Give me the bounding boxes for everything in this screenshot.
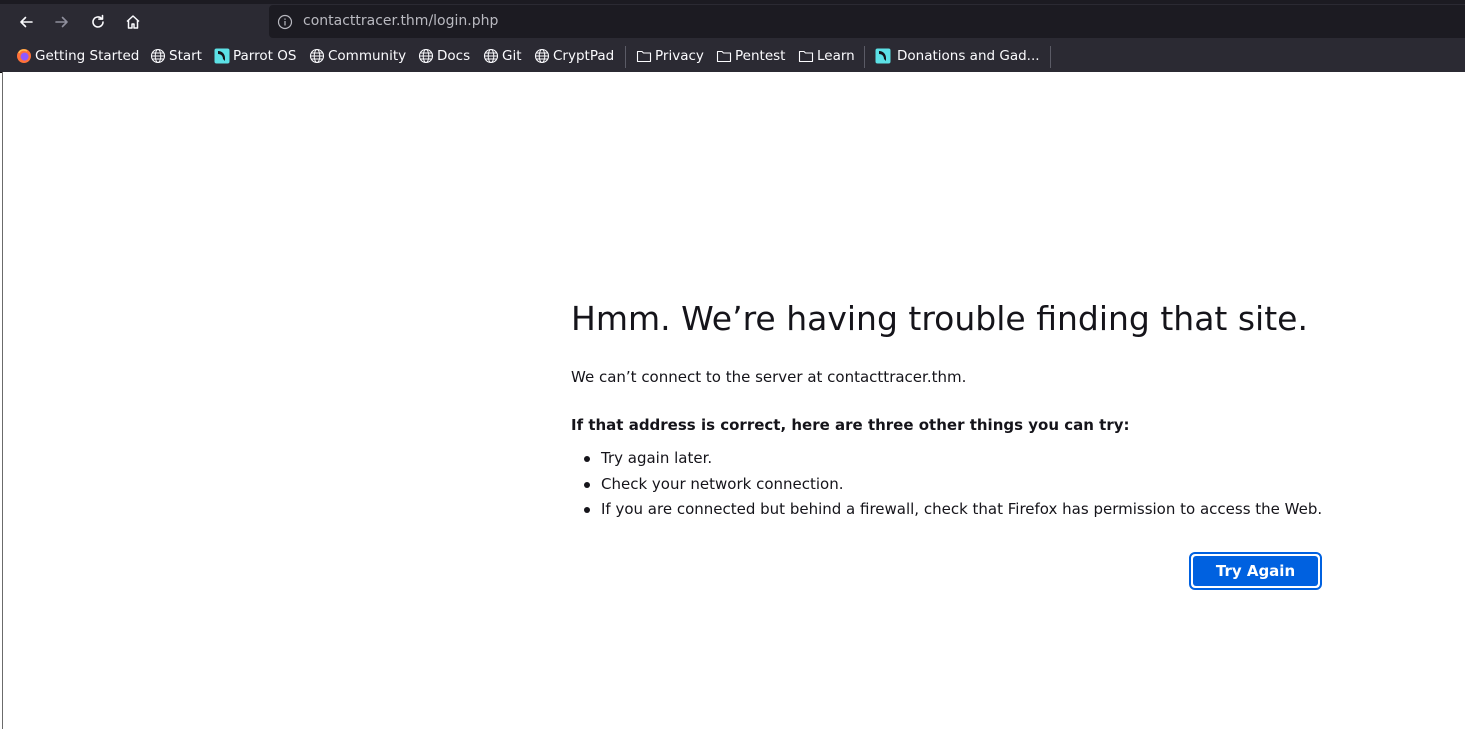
globe-icon	[309, 48, 325, 64]
error-description: We can’t connect to the server at contac…	[571, 368, 967, 386]
list-item: If you are connected but behind a firewa…	[584, 499, 1322, 525]
info-icon[interactable]	[277, 14, 293, 30]
parrot-icon	[875, 48, 891, 64]
suggestions-list: Try again later. Check your network conn…	[584, 448, 1322, 525]
bookmark-label: Parrot OS	[233, 48, 297, 64]
firefox-icon	[17, 49, 31, 63]
bookmark-label: Privacy	[655, 48, 704, 64]
globe-icon	[418, 48, 434, 64]
bullet-icon	[584, 456, 590, 462]
list-item: Check your network connection.	[584, 474, 1322, 500]
browser-chrome: contacttracer.thm/login.php Getting Star…	[0, 0, 1465, 73]
bookmark-label: Community	[328, 48, 407, 64]
bookmark-community[interactable]: Community	[309, 45, 406, 67]
bookmark-separator	[625, 46, 626, 68]
navigation-toolbar: contacttracer.thm/login.php	[0, 4, 1465, 40]
suggestions-heading: If that address is correct, here are thr…	[571, 416, 1130, 434]
folder-icon	[636, 50, 652, 63]
url-bar[interactable]: contacttracer.thm/login.php	[269, 5, 1465, 38]
try-again-button[interactable]: Try Again	[1189, 552, 1322, 590]
bookmark-folder-pentest[interactable]: Pentest	[716, 45, 785, 67]
bookmark-label: Docs	[437, 48, 471, 64]
page-content	[2, 72, 1465, 729]
suggestion-text: If you are connected but behind a firewa…	[601, 500, 1323, 518]
bookmark-donations[interactable]: Donations and Gad...	[875, 45, 1040, 67]
reload-icon	[92, 14, 104, 28]
bookmark-folder-privacy[interactable]: Privacy	[636, 45, 704, 67]
try-again-label: Try Again	[1193, 556, 1318, 586]
bookmark-folder-learn[interactable]: Learn	[798, 45, 855, 67]
globe-icon	[150, 48, 166, 64]
error-title: Hmm. We’re having trouble finding that s…	[571, 299, 1308, 338]
bookmarks-toolbar: Getting Started Start Parrot OS Communit…	[0, 40, 1465, 72]
suggestion-text: Try again later.	[601, 449, 713, 467]
arrow-left-icon	[20, 16, 33, 28]
bookmark-separator	[1050, 46, 1051, 68]
bookmark-label: Getting Started	[35, 48, 140, 64]
bullet-icon	[584, 507, 590, 513]
home-button[interactable]	[119, 8, 147, 36]
back-button[interactable]	[12, 8, 40, 36]
globe-icon	[483, 48, 499, 64]
arrow-right-icon	[55, 16, 68, 28]
bookmark-label: Git	[502, 48, 522, 64]
bookmark-label: Start	[169, 48, 202, 64]
folder-icon	[798, 50, 814, 63]
url-text[interactable]: contacttracer.thm/login.php	[303, 5, 498, 38]
bookmark-getting-started[interactable]: Getting Started	[16, 45, 139, 67]
reload-button[interactable]	[84, 8, 112, 36]
list-item: Try again later.	[584, 448, 1322, 474]
bookmark-docs[interactable]: Docs	[418, 45, 470, 67]
bookmark-separator	[864, 46, 865, 68]
bookmark-label: Donations and Gad...	[897, 48, 1040, 64]
bullet-icon	[584, 481, 590, 488]
bookmark-parrot-os[interactable]: Parrot OS	[214, 45, 296, 67]
home-icon	[126, 15, 140, 29]
forward-button[interactable]	[48, 8, 76, 36]
bookmark-label: Pentest	[735, 48, 786, 64]
bookmark-git[interactable]: Git	[483, 45, 522, 67]
globe-icon	[534, 48, 550, 64]
bookmark-label: Learn	[817, 48, 855, 64]
bookmark-cryptpad[interactable]: CryptPad	[534, 45, 614, 67]
parrot-icon	[214, 48, 230, 64]
suggestion-text: Check your network connection.	[601, 474, 844, 493]
bookmark-start[interactable]: Start	[150, 45, 202, 67]
bookmark-label: CryptPad	[553, 48, 615, 64]
folder-icon	[716, 50, 732, 63]
